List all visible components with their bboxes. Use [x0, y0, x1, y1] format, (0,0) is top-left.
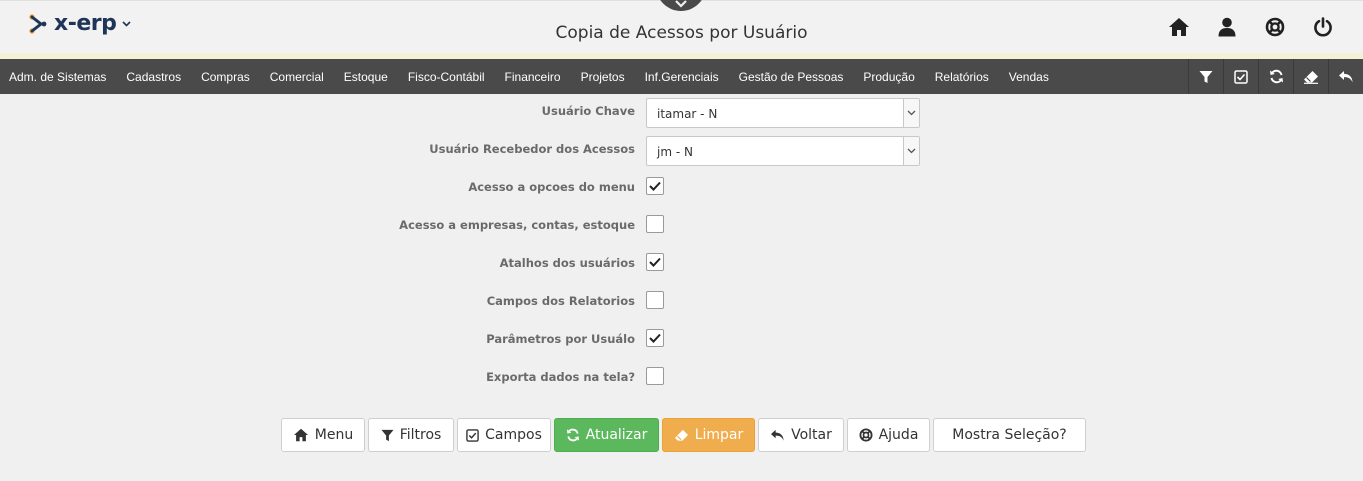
form-row-exporta-dados: Exporta dados na tela? [0, 367, 1363, 397]
menu-item-producao[interactable]: Produção [853, 70, 924, 84]
menu-item-estoque[interactable]: Estoque [334, 70, 398, 84]
menu-item-compras[interactable]: Compras [191, 70, 260, 84]
usuario-chave-value: itamar - N [657, 107, 718, 121]
acesso-menu-label: Acesso a opcoes do menu [468, 180, 635, 194]
menu-item-inf-gerenciais[interactable]: Inf.Gerenciais [635, 70, 729, 84]
exporta-dados-checkbox[interactable] [646, 367, 664, 385]
campos-button-label: Campos [485, 427, 542, 443]
acesso-empresas-checkbox[interactable] [646, 215, 664, 233]
user-icon[interactable] [1213, 14, 1241, 40]
menu-items: Adm. de Sistemas Cadastros Compras Comer… [0, 59, 1059, 94]
atalhos-checkbox[interactable] [646, 253, 664, 271]
checkbox-icon[interactable] [1223, 59, 1258, 94]
form-row-parametros: Parâmetros por Usuálo [0, 329, 1363, 359]
filtros-button[interactable]: Filtros [368, 418, 454, 452]
power-icon[interactable] [1309, 14, 1337, 40]
parametros-label: Parâmetros por Usuálo [486, 332, 635, 346]
form-row-acesso-empresas: Acesso a empresas, contas, estoque [0, 215, 1363, 245]
undo-icon [771, 429, 784, 441]
voltar-button-label: Voltar [791, 427, 832, 443]
top-header: x-erp Copia de Acessos por Usuário [0, 0, 1363, 56]
menu-item-comercial[interactable]: Comercial [260, 70, 334, 84]
usuario-recebedor-label: Usuário Recebedor dos Acessos [429, 142, 635, 156]
campos-button[interactable]: Campos [457, 418, 551, 452]
action-buttons: Menu Filtros Campos Atualizar Limpar Vol… [281, 418, 1086, 452]
page-title: Copia de Acessos por Usuário [555, 23, 808, 43]
chevron-down-icon[interactable] [903, 99, 919, 127]
usuario-chave-label: Usuário Chave [541, 104, 635, 118]
lifebuoy-icon [859, 428, 873, 442]
atualizar-button[interactable]: Atualizar [554, 418, 659, 452]
checkmark-icon [649, 181, 661, 191]
form-row-atalhos: Atalhos dos usuários [0, 253, 1363, 283]
menu-item-gestao-pessoas[interactable]: Gestão de Pessoas [729, 70, 854, 84]
eraser-icon[interactable] [1293, 59, 1328, 94]
home-icon [293, 428, 308, 442]
campos-relatorios-checkbox[interactable] [646, 291, 664, 309]
chevron-down-icon[interactable] [674, 0, 688, 12]
lifebuoy-icon[interactable] [1261, 14, 1289, 40]
menu-button-label: Menu [314, 427, 354, 443]
mostra-selecao-label: Mostra Seleção? [952, 427, 1067, 443]
ajuda-button-label: Ajuda [878, 427, 919, 443]
refresh-icon [566, 428, 579, 442]
checkmark-icon [649, 333, 661, 343]
refresh-icon[interactable] [1258, 59, 1293, 94]
eraser-icon [674, 429, 688, 441]
usuario-chave-select[interactable]: itamar - N [646, 98, 920, 128]
usuario-recebedor-value: jm - N [657, 145, 693, 159]
menu-item-projetos[interactable]: Projetos [571, 70, 635, 84]
main-menu-bar: Adm. de Sistemas Cadastros Compras Comer… [0, 59, 1363, 94]
limpar-button[interactable]: Limpar [662, 418, 755, 452]
menu-item-vendas[interactable]: Vendas [999, 70, 1059, 84]
undo-icon[interactable] [1328, 59, 1363, 94]
form-row-acesso-menu: Acesso a opcoes do menu [0, 177, 1363, 207]
exporta-dados-label: Exporta dados na tela? [486, 370, 635, 384]
menu-item-adm-sistemas[interactable]: Adm. de Sistemas [0, 70, 116, 84]
parametros-checkbox[interactable] [646, 329, 664, 347]
menu-item-relatorios[interactable]: Relatórios [925, 70, 999, 84]
acesso-menu-checkbox[interactable] [646, 177, 664, 195]
form-row-usuario-chave: Usuário Chave itamar - N [0, 98, 1363, 128]
form-row-campos-relatorios: Campos dos Relatorios [0, 291, 1363, 321]
menu-item-fisco-contabil[interactable]: Fisco-Contábil [398, 70, 495, 84]
form-row-usuario-recebedor: Usuário Recebedor dos Acessos jm - N [0, 136, 1363, 166]
checkmark-icon [649, 257, 661, 267]
acesso-empresas-label: Acesso a empresas, contas, estoque [399, 218, 635, 232]
home-icon[interactable] [1165, 14, 1193, 40]
chevron-down-icon[interactable] [903, 137, 919, 165]
mostra-selecao-button[interactable]: Mostra Seleção? [933, 418, 1086, 452]
filter-icon [381, 429, 394, 441]
menu-toolbar [1188, 59, 1363, 94]
filtros-button-label: Filtros [399, 427, 442, 443]
voltar-button[interactable]: Voltar [758, 418, 844, 452]
menu-item-cadastros[interactable]: Cadastros [116, 70, 191, 84]
menu-button[interactable]: Menu [281, 418, 365, 452]
checkbox-icon [466, 428, 479, 442]
atualizar-button-label: Atualizar [585, 427, 648, 443]
usuario-recebedor-select[interactable]: jm - N [646, 136, 920, 166]
menu-item-financeiro[interactable]: Financeiro [495, 70, 571, 84]
filter-icon[interactable] [1188, 59, 1223, 94]
campos-relatorios-label: Campos dos Relatorios [486, 294, 635, 308]
ajuda-button[interactable]: Ajuda [847, 418, 930, 452]
atalhos-label: Atalhos dos usuários [499, 256, 635, 270]
header-actions [1165, 14, 1337, 40]
limpar-button-label: Limpar [694, 427, 744, 443]
